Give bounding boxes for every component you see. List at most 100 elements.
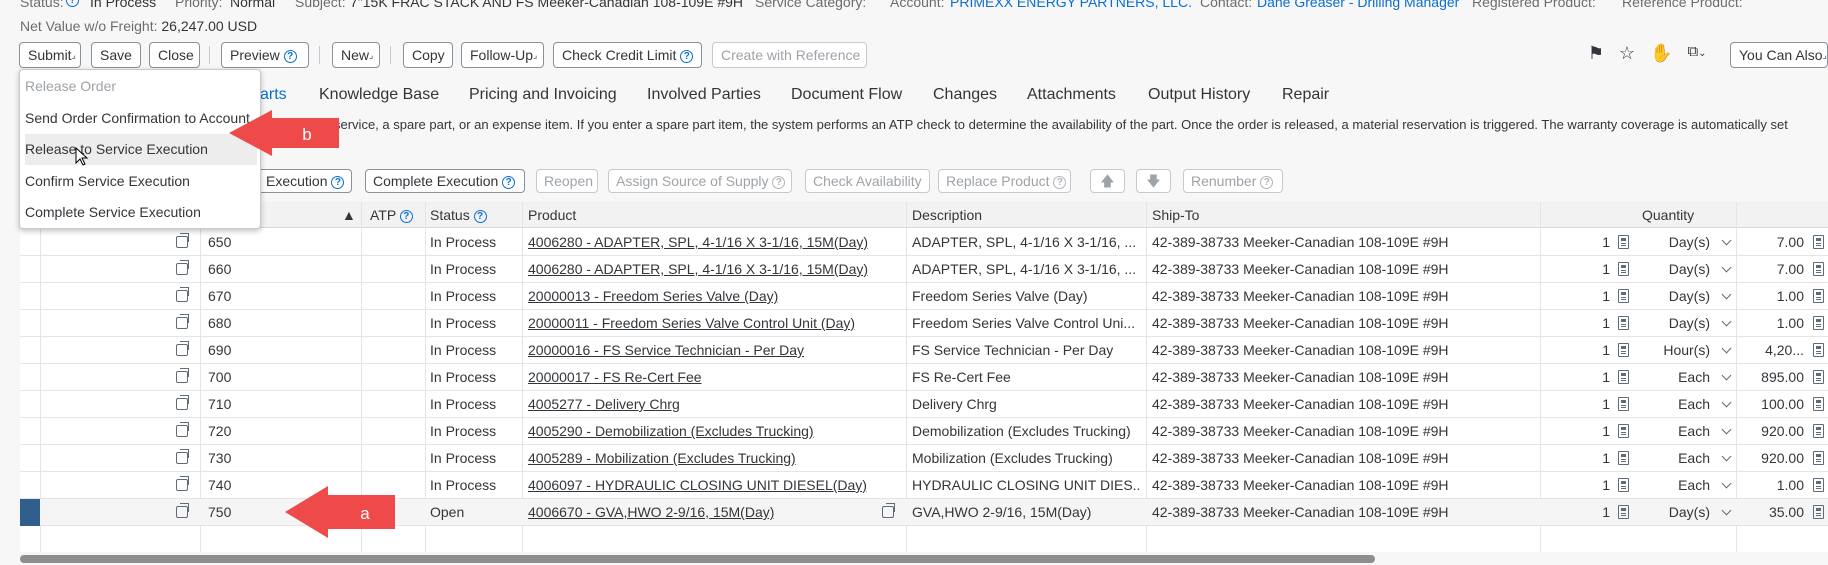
submit-button[interactable]: Submit⌟ xyxy=(19,42,81,68)
copy-row-icon[interactable] xyxy=(176,314,189,329)
calculator-icon[interactable] xyxy=(1618,262,1629,276)
chevron-down-icon[interactable] xyxy=(1721,424,1732,435)
menu-item-send-order-confirmation[interactable]: Send Order Confirmation to Account xyxy=(25,103,257,134)
calculator-icon[interactable] xyxy=(1813,316,1824,330)
price-input[interactable]: 35.00 xyxy=(1742,499,1804,526)
chevron-down-icon[interactable] xyxy=(1721,505,1732,516)
tab-involved-parties[interactable]: Involved Parties xyxy=(647,86,761,104)
unit-select[interactable]: Each xyxy=(1650,472,1710,499)
price-input[interactable]: 4,20... xyxy=(1742,337,1804,364)
replace-product-button[interactable]: Replace Product ? xyxy=(938,169,1071,193)
close-button[interactable]: Close xyxy=(149,42,200,68)
copy-row-icon[interactable] xyxy=(176,449,189,464)
copy-row-icon[interactable] xyxy=(176,341,189,356)
contact-link[interactable]: Dane Greaser - Drilling Manager xyxy=(1257,0,1459,10)
share-icon[interactable]: ⧉⌄ xyxy=(1681,43,1713,67)
price-input[interactable]: 920.00 xyxy=(1742,445,1804,472)
chevron-down-icon[interactable] xyxy=(1721,397,1732,408)
table-row[interactable]: 720 In Process 4005290 - Demobilization (E… xyxy=(20,418,1828,445)
copy-row-icon[interactable] xyxy=(176,233,189,248)
calculator-icon[interactable] xyxy=(1813,424,1824,438)
flag-icon[interactable]: ⚑ xyxy=(1586,43,1606,67)
move-up-button[interactable]: 🡅 xyxy=(1090,169,1125,193)
follow-up-button[interactable]: Follow-Up⌟ xyxy=(461,42,544,68)
unit-select[interactable]: Day(s) xyxy=(1650,283,1710,310)
unit-select[interactable]: Day(s) xyxy=(1650,310,1710,337)
calculator-icon[interactable] xyxy=(1618,343,1629,357)
copy-row-icon[interactable] xyxy=(176,395,189,410)
you-can-also-button[interactable]: You Can Also⌟ xyxy=(1730,42,1828,68)
calculator-icon[interactable] xyxy=(1618,451,1629,465)
calculator-icon[interactable] xyxy=(1813,451,1824,465)
assign-source-of-supply-button[interactable]: Assign Source of Supply ? xyxy=(608,169,792,193)
product-link[interactable]: 20000011 - Freedom Series Valve Control … xyxy=(528,310,855,337)
new-button[interactable]: New⌟ xyxy=(332,42,380,68)
table-row[interactable]: 730 In Process 4005289 - Mobilization (Exc… xyxy=(20,445,1828,472)
quantity-input[interactable]: 1 xyxy=(1590,256,1610,283)
product-link[interactable]: 4005290 - Demobilization (Excludes Truck… xyxy=(528,418,814,445)
table-row[interactable]: 710 In Process 4005277 - Delivery Chrg Deli… xyxy=(20,391,1828,418)
quantity-input[interactable]: 1 xyxy=(1590,229,1610,256)
unit-select[interactable]: Hour(s) xyxy=(1650,337,1710,364)
copy-row-icon[interactable] xyxy=(176,503,189,518)
star-icon[interactable]: ☆ xyxy=(1617,43,1637,67)
product-link[interactable]: 4006280 - ADAPTER, SPL, 4-1/16 X 3-1/16,… xyxy=(528,256,868,283)
tab-repair[interactable]: Repair xyxy=(1282,86,1329,104)
tab-parts[interactable]: arts xyxy=(260,86,287,104)
copy-button[interactable]: Copy xyxy=(403,42,453,68)
chevron-down-icon[interactable] xyxy=(1721,343,1732,354)
tab-knowledge-base[interactable]: Knowledge Base xyxy=(319,86,439,104)
quantity-input[interactable]: 1 xyxy=(1590,445,1610,472)
tab-output-history[interactable]: Output History xyxy=(1148,86,1250,104)
product-link[interactable]: 4006097 - HYDRAULIC CLOSING UNIT DIESEL(… xyxy=(528,472,867,499)
product-link[interactable]: 20000016 - FS Service Technician - Per D… xyxy=(528,337,804,364)
price-input[interactable]: 1.00 xyxy=(1742,283,1804,310)
calculator-icon[interactable] xyxy=(1618,505,1629,519)
unit-select[interactable]: Day(s) xyxy=(1650,499,1710,526)
copy-row-icon[interactable] xyxy=(176,422,189,437)
chevron-down-icon[interactable] xyxy=(1721,289,1732,300)
product-header[interactable]: Product xyxy=(528,202,576,228)
status-header[interactable]: Status ? xyxy=(430,202,487,228)
product-link[interactable]: 20000017 - FS Re-Cert Fee xyxy=(528,364,702,391)
quantity-input[interactable]: 1 xyxy=(1590,364,1610,391)
chevron-down-icon[interactable] xyxy=(1721,316,1732,327)
chevron-down-icon[interactable] xyxy=(1721,370,1732,381)
quantity-input[interactable]: 1 xyxy=(1590,472,1610,499)
move-down-button[interactable]: 🡇 xyxy=(1136,169,1171,193)
price-input[interactable]: 100.00 xyxy=(1742,391,1804,418)
unit-select[interactable]: Each xyxy=(1650,418,1710,445)
tab-attachments[interactable]: Attachments xyxy=(1027,86,1116,104)
description-header[interactable]: Description xyxy=(912,202,982,228)
tab-changes[interactable]: Changes xyxy=(933,86,997,104)
calculator-icon[interactable] xyxy=(1618,289,1629,303)
product-link[interactable]: 4005289 - Mobilization (Excludes Truckin… xyxy=(528,445,796,472)
account-link[interactable]: PRIMEXX ENERGY PARTNERS, LLC. xyxy=(950,0,1192,10)
calculator-icon[interactable] xyxy=(1813,289,1824,303)
product-link[interactable]: 4005277 - Delivery Chrg xyxy=(528,391,680,418)
ship-to-header[interactable]: Ship-To xyxy=(1152,202,1199,228)
calculator-icon[interactable] xyxy=(1813,235,1824,249)
quantity-input[interactable]: 1 xyxy=(1590,283,1610,310)
unit-select[interactable]: Each xyxy=(1650,364,1710,391)
calculator-icon[interactable] xyxy=(1618,478,1629,492)
check-availability-button[interactable]: Check Availability xyxy=(805,169,930,193)
table-row[interactable]: 690 In Process 20000016 - FS Service Techn… xyxy=(20,337,1828,364)
calculator-icon[interactable] xyxy=(1813,478,1824,492)
calculator-icon[interactable] xyxy=(1618,235,1629,249)
copy-row-icon[interactable] xyxy=(176,476,189,491)
atp-header[interactable]: ATP ? xyxy=(370,202,413,228)
table-row[interactable]: 650 In Process 4006280 - ADAPTER, SPL, 4-1… xyxy=(20,229,1828,256)
table-row[interactable]: 680 In Process 20000011 - Freedom Series V… xyxy=(20,310,1828,337)
price-input[interactable]: 920.00 xyxy=(1742,418,1804,445)
calculator-icon[interactable] xyxy=(1618,397,1629,411)
tab-document-flow[interactable]: Document Flow xyxy=(791,86,902,104)
copy-row-icon[interactable] xyxy=(176,287,189,302)
quantity-input[interactable]: 1 xyxy=(1590,418,1610,445)
chevron-down-icon[interactable] xyxy=(1721,235,1732,246)
price-input[interactable]: 7.00 xyxy=(1742,256,1804,283)
save-button[interactable]: Save xyxy=(91,42,141,68)
table-row[interactable]: 700 In Process 20000017 - FS Re-Cert Fee FS… xyxy=(20,364,1828,391)
product-link[interactable]: 20000013 - Freedom Series Valve (Day) xyxy=(528,283,778,310)
quantity-input[interactable]: 1 xyxy=(1590,337,1610,364)
